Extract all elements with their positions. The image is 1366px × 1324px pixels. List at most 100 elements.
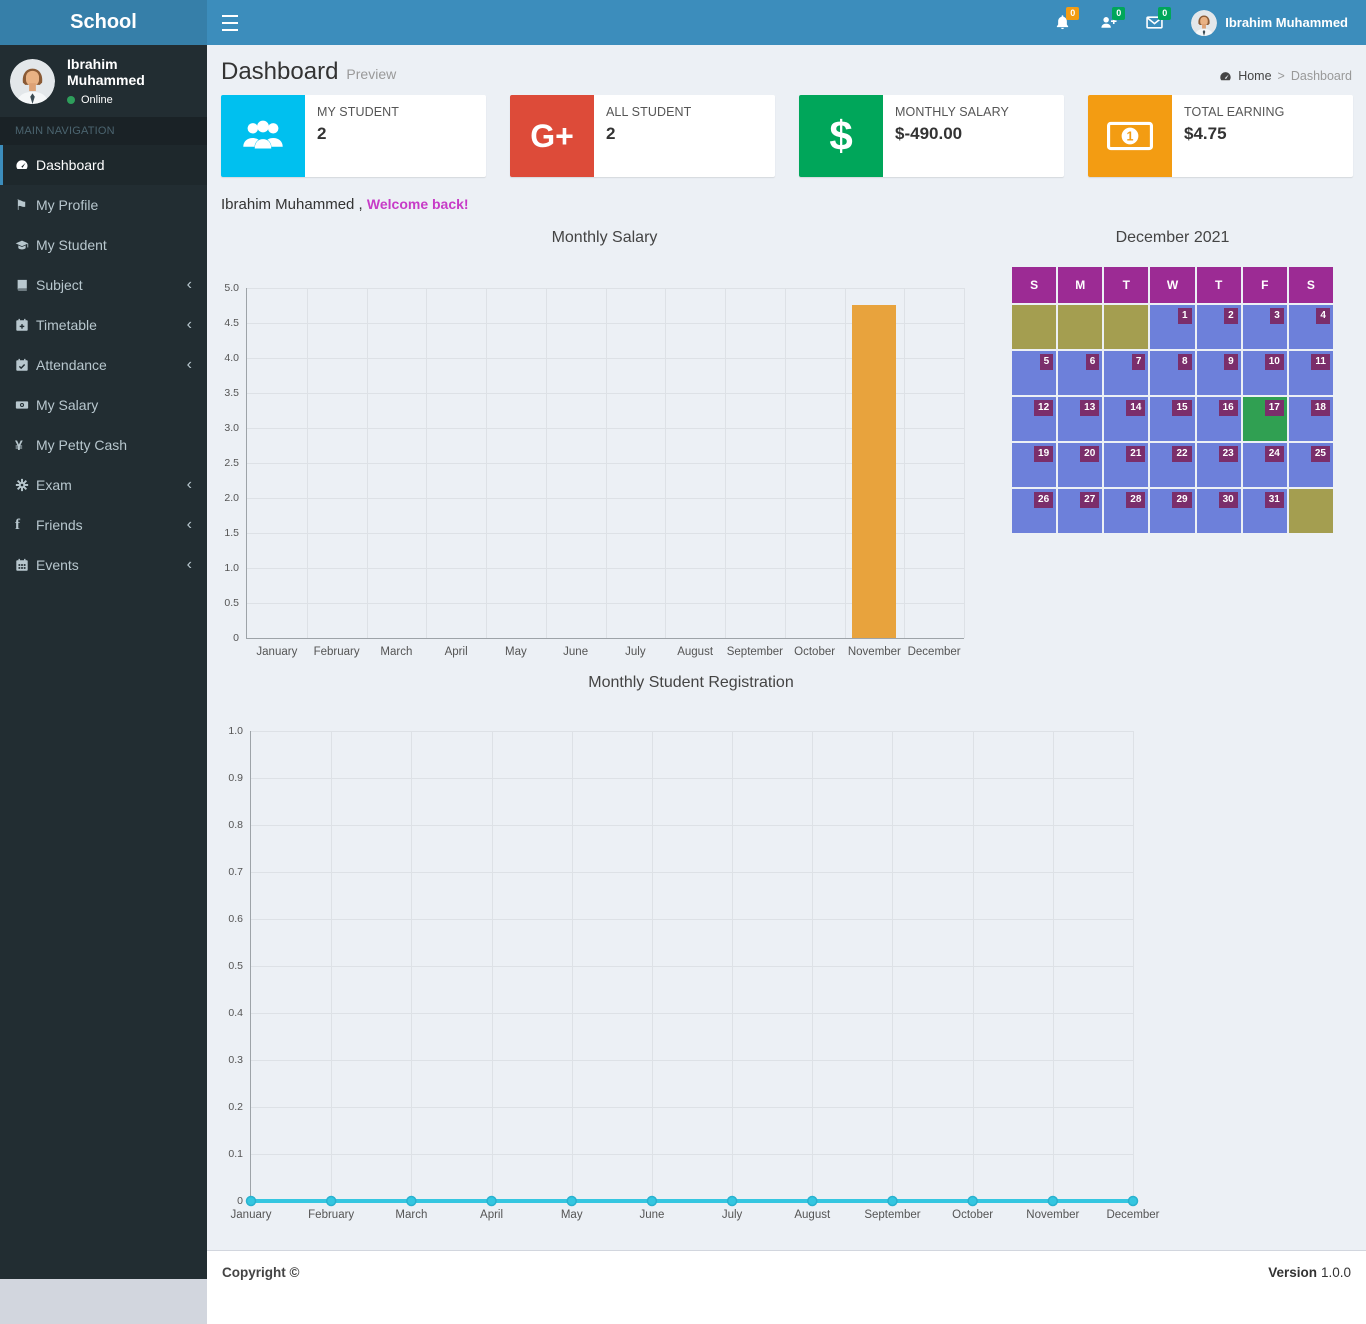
- calendar-blank-cell: [1058, 305, 1103, 349]
- day-number-badge: 15: [1172, 400, 1192, 416]
- friend-request-badge: 0: [1112, 7, 1126, 20]
- sidebar-item-events[interactable]: Events ‹: [0, 545, 207, 585]
- sidebar-item-exam[interactable]: Exam ‹: [0, 465, 207, 505]
- registration-chart-title: Monthly Student Registration: [588, 674, 794, 691]
- chevron-left-icon: ‹: [186, 556, 192, 573]
- notifications-button[interactable]: 0: [1043, 0, 1081, 45]
- sidebar-toggle-button[interactable]: [207, 0, 253, 45]
- monthly-salary-chart: 0 0.5 1.0 1.5 2.0 2.5 3.0 3.5 4.0 4.5 5.0 January Fe…: [224, 282, 965, 658]
- sidebar-item-label: Subject: [36, 277, 83, 293]
- line-series: [245, 1195, 1139, 1207]
- calendar-blank-cell: [1012, 305, 1057, 349]
- calendar-day-cell: 26: [1012, 489, 1057, 533]
- calendar-check-icon: [15, 358, 36, 372]
- calendar-weekday-header: S: [1288, 267, 1333, 303]
- brand-logo[interactable]: School: [0, 0, 207, 45]
- day-number-badge: 28: [1126, 492, 1146, 508]
- sidebar-item-my-salary[interactable]: My Salary: [0, 385, 207, 425]
- friend-requests-button[interactable]: 0: [1089, 0, 1127, 45]
- x-axis-tick-label: August: [794, 1209, 831, 1221]
- info-box-label: MONTHLY SALARY: [895, 105, 1009, 119]
- y-axis-tick-label: 0.7: [228, 866, 243, 878]
- salary-chart-title: Monthly Salary: [551, 229, 658, 246]
- dashboard-icon: [15, 158, 36, 172]
- sidebar-item-friends[interactable]: f Friends ‹: [0, 505, 207, 545]
- y-axis-tick-label: 0.2: [228, 1101, 243, 1113]
- calendar-day-cell: 24: [1242, 443, 1287, 487]
- day-number-badge: 11: [1311, 354, 1330, 370]
- calendar-day-cell: 27: [1058, 489, 1103, 533]
- main-content: Dashboard Preview Home > Dashboard MY STU…: [207, 45, 1366, 1324]
- dollar-icon: $: [799, 95, 883, 177]
- sidebar-item-label: My Profile: [36, 197, 99, 213]
- sidebar-item-label: Dashboard: [36, 157, 105, 173]
- page-title: Dashboard Preview: [221, 58, 397, 85]
- info-box-value: $-490.00: [895, 124, 963, 143]
- calendar-day-cell: 9: [1196, 351, 1241, 395]
- day-number-badge: 9: [1224, 354, 1238, 370]
- calendar-day-cell: 8: [1150, 351, 1195, 395]
- calendar-day-cell: 14: [1104, 397, 1149, 441]
- x-axis-tick-label: July: [625, 646, 646, 658]
- sidebar-item-my-petty-cash[interactable]: ¥ My Petty Cash: [0, 425, 207, 465]
- message-badge: 0: [1158, 7, 1172, 20]
- book-icon: [15, 278, 36, 292]
- x-axis-tick-label: October: [794, 646, 836, 658]
- calendar-day-cell: 16: [1196, 397, 1241, 441]
- monthly-student-registration-chart: 0 0.1 0.2 0.3 0.4 0.5 0.6 0.7 0.8 0.9 1.0 January Fe…: [228, 725, 1159, 1221]
- user-menu-button[interactable]: Ibrahim Muhammed: [1181, 0, 1358, 45]
- money-icon: [15, 398, 36, 412]
- calendar-day-cell: 29: [1150, 489, 1195, 533]
- version-text: Version 1.0.0: [1268, 1265, 1351, 1280]
- calendar-day-cell: 20: [1058, 443, 1103, 487]
- y-axis-tick-label: 0.6: [228, 913, 243, 925]
- breadcrumb-current: Dashboard: [1290, 69, 1352, 83]
- info-box-label: TOTAL EARNING: [1184, 105, 1285, 119]
- day-number-badge: 1: [1178, 308, 1192, 324]
- sidebar-item-dashboard[interactable]: Dashboard: [0, 145, 207, 185]
- x-axis-tick-label: December: [907, 646, 961, 658]
- y-axis-tick-label: 1.5: [224, 527, 239, 539]
- calendar-icon: [15, 558, 36, 572]
- data-point: [646, 1195, 658, 1207]
- sidebar-item-attendance[interactable]: Attendance ‹: [0, 345, 207, 385]
- info-box-value: $4.75: [1184, 124, 1227, 143]
- calendar-widget: December 2021 SMTWTFS 1 2 3 4 5 6 7 8 9 10 11 12 13 1…: [1012, 229, 1333, 533]
- users-icon: [221, 95, 305, 177]
- calendar-weekday-header: T: [1104, 267, 1149, 303]
- user-status[interactable]: Online: [67, 94, 197, 106]
- messages-button[interactable]: 0: [1135, 0, 1173, 45]
- sidebar-item-subject[interactable]: Subject ‹: [0, 265, 207, 305]
- sidebar-item-timetable[interactable]: Timetable ‹: [0, 305, 207, 345]
- bar: [852, 305, 896, 638]
- calendar-day-cell: 23: [1196, 443, 1241, 487]
- hamburger-icon: [222, 14, 238, 31]
- x-axis-tick-label: September: [726, 646, 784, 658]
- sidebar-item-my-profile[interactable]: ⚑ My Profile: [0, 185, 207, 225]
- calendar-day-cell: 21: [1104, 443, 1149, 487]
- calendar-plus-icon: [15, 318, 36, 332]
- calendar-day-cell: 12: [1012, 397, 1057, 441]
- calendar-blank-cell: [1288, 489, 1333, 533]
- home-dashboard-icon: [1220, 71, 1231, 80]
- day-number-badge: 27: [1080, 492, 1100, 508]
- navbar-user-name: Ibrahim Muhammed: [1225, 15, 1348, 30]
- flag-icon: ⚑: [15, 196, 28, 213]
- calendar-weekday-header: T: [1196, 267, 1241, 303]
- sidebar-user-panel: Ibrahim Muhammed Online: [0, 45, 207, 117]
- x-axis-tick-label: January: [256, 646, 298, 658]
- calendar-weekday-header: S: [1012, 267, 1057, 303]
- sidebar-item-my-student[interactable]: My Student: [0, 225, 207, 265]
- data-point: [406, 1195, 417, 1207]
- data-point: [1127, 1195, 1139, 1207]
- calendar-day-cell: 3: [1242, 305, 1287, 349]
- online-status-icon: [67, 96, 75, 104]
- sidebar-item-label: Friends: [36, 517, 83, 533]
- chevron-left-icon: ‹: [186, 476, 192, 493]
- sidebar-item-label: My Petty Cash: [36, 437, 128, 453]
- chevron-left-icon: ‹: [186, 516, 192, 533]
- data-point: [887, 1195, 898, 1207]
- calendar-day-cell: 4: [1288, 305, 1333, 349]
- breadcrumb-home-link[interactable]: Home: [1238, 69, 1271, 83]
- day-number-badge: 21: [1126, 446, 1146, 462]
